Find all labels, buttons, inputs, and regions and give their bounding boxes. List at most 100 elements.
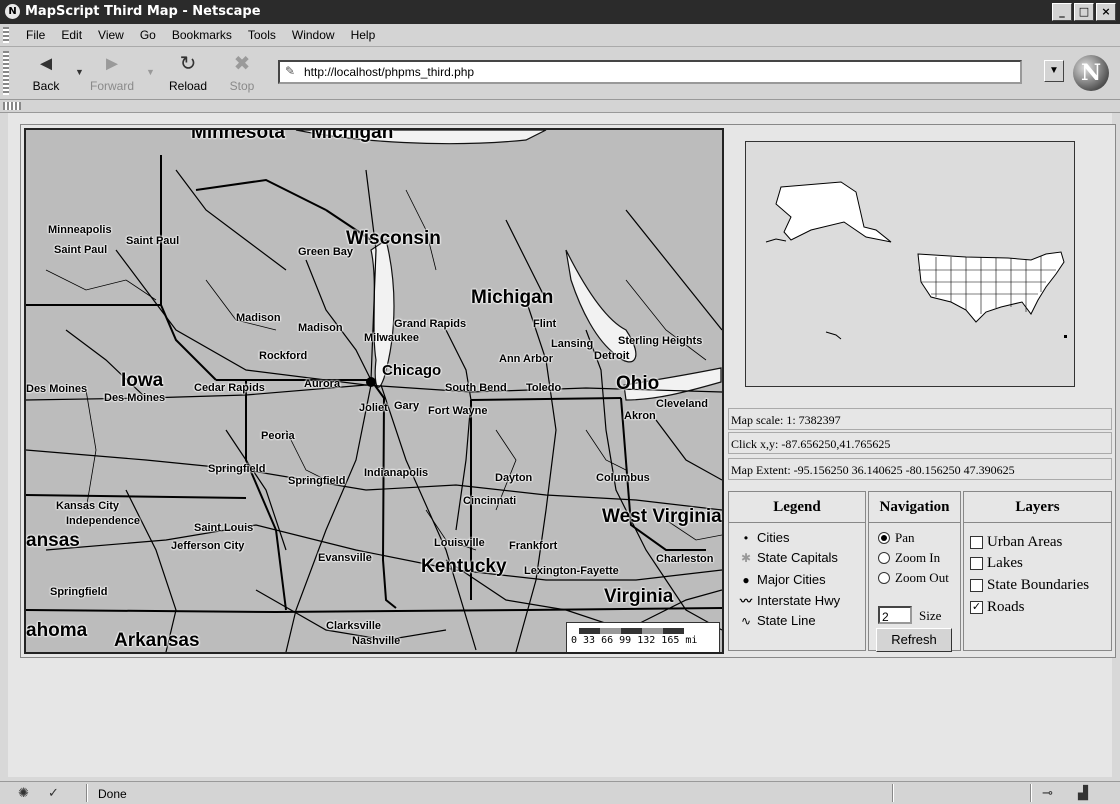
netscape-logo-icon[interactable]: N [1073,55,1109,91]
city-label: Minneapolis [48,224,112,236]
layer-lakes[interactable]: Lakes [970,555,1023,572]
refresh-button[interactable]: Refresh [876,628,952,652]
window-title: MapScript Third Map - Netscape [25,4,261,19]
menu-grip[interactable] [3,27,9,43]
menu-window[interactable]: Window [292,28,335,42]
city-label: Madison [236,312,281,324]
legend-label: Major Cities [757,572,826,587]
url-history-dropdown[interactable]: ▼ [1044,60,1064,82]
city-label: Toledo [526,382,562,394]
status-text: Done [98,787,127,801]
menu-tools[interactable]: Tools [248,28,276,42]
stop-label: Stop [229,79,255,93]
url-input[interactable]: ✎ http://localhost/phpms_third.php [278,60,1022,84]
city-label: Indianapolis [364,467,429,479]
reload-button[interactable]: ↻ Reload [164,51,212,93]
security-icon[interactable]: ✓ [48,785,59,801]
navigation-toolbar: ◄ Back ▼ ► Forward ▼ ↻ Reload ✖ Stop ✎ h… [0,47,1120,100]
city-label: Grand Rapids [394,318,467,330]
reference-map[interactable] [745,141,1075,387]
state-label: Wisconsin [346,228,441,249]
state-label: West Virginia [602,506,722,527]
personal-toolbar-collapsed [0,100,1120,113]
forward-label: Forward [89,79,134,93]
layer-urban-areas[interactable]: Urban Areas [970,534,1062,551]
personal-toolbar-grip[interactable] [3,102,21,110]
radio-label: Zoom In [895,550,941,565]
reload-icon: ↻ [179,53,197,75]
stop-button[interactable]: ✖ Stop [218,51,266,93]
radio-zoom-in[interactable]: Zoom In [878,550,940,566]
maximize-button[interactable]: □ [1074,3,1094,21]
status-bar: ✺ ✓ Done ⊸ ▟ [0,781,1120,804]
city-label: Dayton [495,472,533,484]
city-label: Akron [624,410,656,422]
close-button[interactable]: × [1096,3,1116,21]
state-label: ansas [26,530,80,551]
navigator-icon[interactable]: ✺ [18,785,29,801]
main-map[interactable]: Minnesota Michigan Wisconsin Michigan Io… [24,128,724,654]
zoom-size-input[interactable]: 2 [878,606,912,624]
forward-history-dropdown[interactable]: ▼ [146,67,155,77]
status-divider [86,784,88,802]
radio-zoom-out[interactable]: Zoom Out [878,570,949,586]
state-label: Minnesota [191,128,285,143]
legend-label: State Capitals [757,550,838,565]
legend-item-interstate: 〰 Interstate Hwy [735,592,840,609]
city-label: Gary [394,400,420,412]
layer-label: Lakes [987,555,1023,571]
legend-title: Legend [729,492,865,523]
checkbox-checked[interactable]: ✓ [970,601,983,614]
map-extent-text: Map Extent: -95.156250 36.140625 -80.156… [728,458,1112,480]
menu-help[interactable]: Help [351,28,376,42]
layer-roads[interactable]: ✓ Roads [970,599,1025,616]
radio-dot[interactable] [878,572,890,584]
composer-icon[interactable]: ▟ [1078,785,1088,801]
url-text: http://localhost/phpms_third.php [304,65,475,79]
radio-pan[interactable]: Pan [878,530,915,546]
city-label: Sterling Heights [618,335,703,347]
legend-item-state-capitals: ✱ State Capitals [735,550,838,565]
netscape-icon: N [5,4,20,19]
online-plug-icon[interactable]: ⊸ [1042,785,1053,801]
scale-bar-ticks: 0 33 66 99 132 165 mi [571,635,698,646]
city-label: Columbus [596,472,650,484]
checkbox[interactable] [970,557,983,570]
city-label: Peoria [261,430,295,442]
city-label: Springfield [208,463,266,475]
city-label: Saint Paul [126,235,180,247]
checkbox[interactable] [970,579,983,592]
layer-state-boundaries[interactable]: State Boundaries [970,577,1089,594]
menu-edit[interactable]: Edit [61,28,82,42]
menu-go[interactable]: Go [140,28,156,42]
city-label: Frankfort [509,540,558,552]
menu-bookmarks[interactable]: Bookmarks [172,28,232,42]
city-label: Lansing [551,338,594,350]
city-label: Fort Wayne [428,405,488,417]
back-label: Back [32,79,60,93]
city-label: Independence [66,515,140,527]
state-label: Iowa [121,370,164,391]
forward-button[interactable]: ► Forward [88,51,136,93]
city-label: Des Moines [26,383,88,395]
city-label: Detroit [594,350,630,362]
menu-view[interactable]: View [98,28,124,42]
radio-dot[interactable] [878,552,890,564]
city-label: Springfield [288,475,346,487]
title-bar: N MapScript Third Map - Netscape _ □ × [0,0,1120,24]
city-label: Nashville [352,635,401,647]
toolbar-grip[interactable] [3,51,9,95]
menu-file[interactable]: File [26,28,45,42]
radio-dot[interactable] [878,532,890,544]
checkbox[interactable] [970,536,983,549]
city-label: Des Moines [104,392,166,404]
back-button[interactable]: ◄ Back [22,51,70,93]
zoom-size-label: Size [919,608,942,623]
state-label: ahoma [26,620,88,641]
city-label: Kansas City [56,500,119,512]
city-label: Lexington-Fayette [524,565,619,577]
minimize-button[interactable]: _ [1052,3,1072,21]
star-icon: ✱ [740,550,752,565]
back-history-dropdown[interactable]: ▼ [75,67,84,77]
city-label: Cincinnati [463,495,517,507]
